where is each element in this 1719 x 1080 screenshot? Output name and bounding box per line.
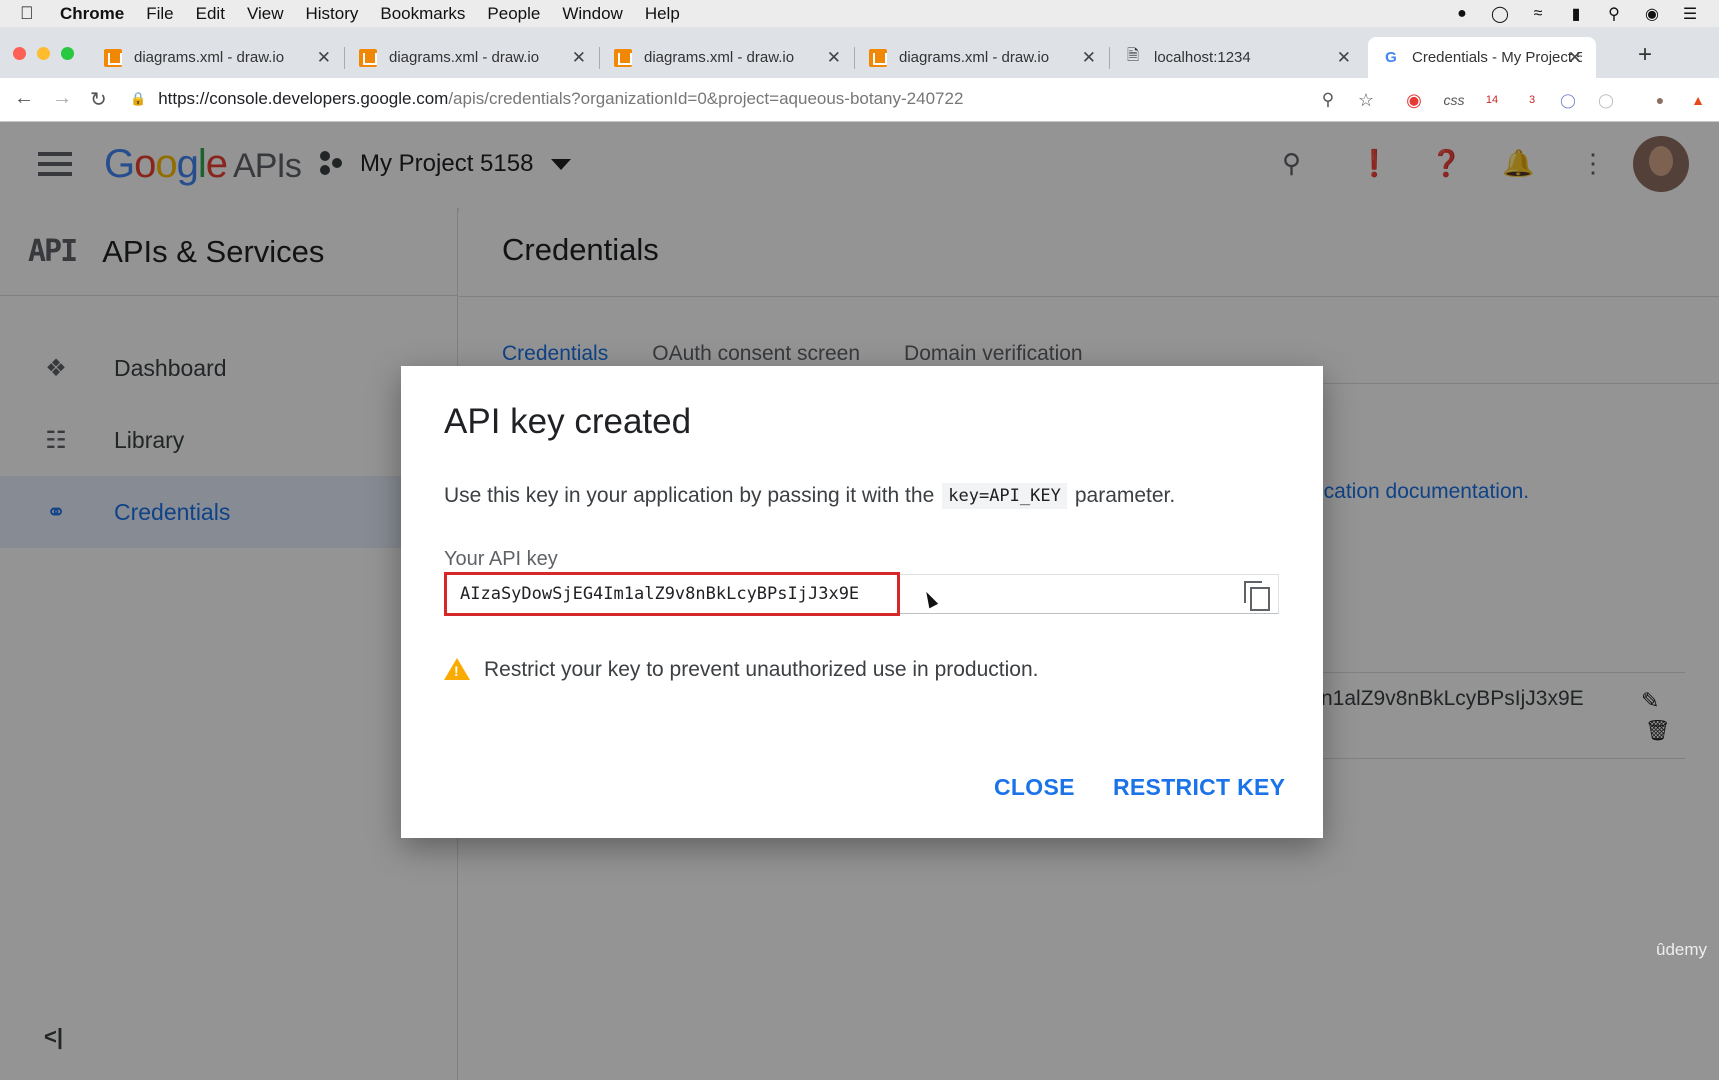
url-path: /apis/credentials?organizationId=0&proje… [448,89,964,108]
tab-close-icon[interactable]: ✕ [572,48,586,68]
browser-tab[interactable]: diagrams.xml - draw.io ✕ [855,37,1110,78]
api-key-created-dialog: API key created Use this key in your app… [401,366,1323,838]
new-tab-icon[interactable]: + [1638,41,1652,69]
close-button[interactable]: CLOSE [994,774,1075,801]
update-icon[interactable]: ▲ [1686,88,1710,112]
lock-icon[interactable]: 🔒 [130,91,146,107]
browser-tab[interactable]: diagrams.xml - draw.io ✕ [345,37,600,78]
tab-close-icon[interactable]: ✕ [317,48,331,68]
menu-app-chrome[interactable]: Chrome [60,4,124,24]
google-icon: G [1385,49,1397,66]
menu-bookmarks[interactable]: Bookmarks [380,4,465,24]
apple-icon[interactable]:  [20,3,44,24]
zoom-icon[interactable]: ⚲ [1316,88,1340,112]
description-text: Use this key in your application by pass… [444,484,935,507]
warning-text: Restrict your key to prevent unauthorize… [484,658,1039,681]
menu-help[interactable]: Help [645,4,680,24]
notification-center-icon[interactable]: ☰ [1679,4,1701,24]
tab-title: diagrams.xml - draw.io [899,49,1050,66]
tab-title: diagrams.xml - draw.io [644,49,795,66]
reload-icon[interactable]: ↻ [90,87,107,112]
tab-close-icon[interactable]: ✕ [827,48,841,68]
forward-icon[interactable]: → [52,87,72,110]
extension-badge-3-icon[interactable]: 3 [1520,88,1544,112]
dialog-description: Use this key in your application by pass… [444,483,1175,509]
menu-window[interactable]: Window [562,4,622,24]
ublock-icon[interactable]: ◉ [1402,88,1426,112]
menu-people[interactable]: People [487,4,540,24]
url-host: https://console.developers.google.com [158,89,449,108]
browser-tab[interactable]: 🗎 localhost:1234 ✕ [1110,37,1365,78]
dialog-title: API key created [444,402,692,441]
menu-file[interactable]: File [146,4,173,24]
window-minimize-button[interactable] [37,47,50,60]
window-close-button[interactable] [13,47,26,60]
api-key-value[interactable]: AIzaSyDowSjEG4Im1alZ9v8nBkLcyBPsIjJ3x9E [460,584,859,604]
creative-cloud-icon[interactable]: ● [1451,5,1473,23]
drawio-icon [104,48,122,67]
menu-edit[interactable]: Edit [196,4,225,24]
tab-close-icon[interactable]: ✕ [1568,48,1582,68]
browser-tab-active[interactable]: G Credentials - My Project 5 ✕ [1368,37,1596,78]
browser-tab[interactable]: diagrams.xml - draw.io ✕ [600,37,855,78]
bookmark-star-icon[interactable]: ☆ [1354,88,1378,112]
restrict-key-button[interactable]: RESTRICT KEY [1113,774,1285,801]
back-icon[interactable]: ← [14,87,34,110]
extension-icon[interactable]: ◯ [1556,88,1580,112]
browser-tab[interactable]: diagrams.xml - draw.io ✕ [90,37,345,78]
wifi-icon[interactable]: ≈ [1527,5,1549,23]
css-extension-icon[interactable]: css [1442,88,1466,112]
udemy-watermark: ûdemy [1656,940,1708,959]
document-icon: 🗎 [1126,47,1140,64]
tab-title: localhost:1234 [1154,49,1251,66]
spotlight-search-icon[interactable]: ⚲ [1603,4,1625,24]
api-key-field[interactable]: AIzaSyDowSjEG4Im1alZ9v8nBkLcyBPsIjJ3x9E [444,572,1279,616]
api-key-label: Your API key [444,548,558,570]
url-field[interactable]: 🔒 https://console.developers.google.com /… [130,82,1380,116]
copy-icon[interactable] [1244,581,1270,611]
glasses-icon[interactable]: ◯ [1489,4,1511,24]
profile-avatar-icon[interactable]: ● [1648,88,1672,112]
warning-icon [444,658,470,680]
menu-view[interactable]: View [247,4,284,24]
browser-tab-bar: diagrams.xml - draw.io ✕ diagrams.xml - … [0,27,1719,78]
drawio-icon [359,48,377,67]
tab-title: diagrams.xml - draw.io [389,49,540,66]
macos-menubar:  Chrome File Edit View History Bookmark… [0,0,1719,27]
extension-icon[interactable]: ◯ [1594,88,1618,112]
description-text: parameter. [1074,484,1176,507]
battery-icon[interactable]: ▮ [1565,4,1587,24]
extension-badge-14-icon[interactable]: 14 [1480,88,1504,112]
tab-title: Credentials - My Project 5 [1412,49,1582,66]
drawio-icon [614,48,632,67]
tab-close-icon[interactable]: ✕ [1082,48,1096,68]
siri-icon[interactable]: ◉ [1641,4,1663,24]
menu-history[interactable]: History [305,4,358,24]
window-zoom-button[interactable] [61,47,74,60]
tab-title: diagrams.xml - draw.io [134,49,285,66]
status-tray: ● ◯ ≈ ▮ ⚲ ◉ ☰ [1451,0,1701,27]
drawio-icon [869,48,887,67]
tab-close-icon[interactable]: ✕ [1337,48,1351,68]
key-param-code: key=API_KEY [942,483,1067,509]
